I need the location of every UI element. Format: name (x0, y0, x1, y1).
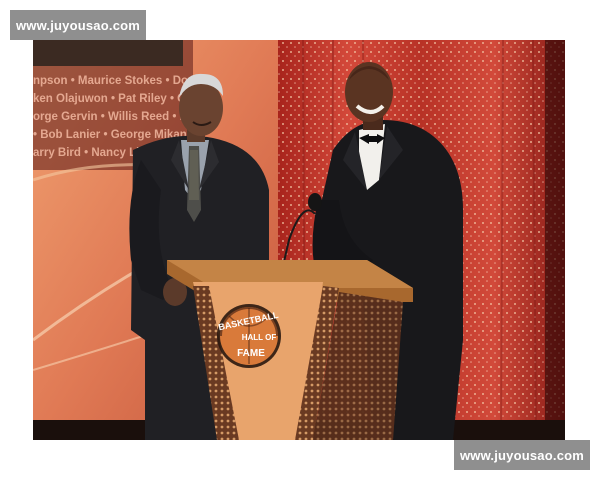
watermark-top: www.juyousao.com (10, 10, 146, 40)
logo-line3: FAME (237, 348, 265, 359)
hall-of-fame-logo: BASKETBALL HALL OF FAME (217, 304, 281, 368)
logo-line2: HALL OF (242, 333, 277, 342)
ceremony-photo: npson • Maurice Stokes • Dom ken Olajuwo… (33, 40, 565, 440)
backdrop-names-line3: orge Gervin • Willis Reed • Ea (33, 111, 194, 123)
backdrop-names-line1: npson • Maurice Stokes • Dom (33, 75, 198, 87)
watermark-bottom: www.juyousao.com (454, 440, 590, 470)
backdrop-names-line2: ken Olajuwon • Pat Riley • C (33, 93, 185, 105)
